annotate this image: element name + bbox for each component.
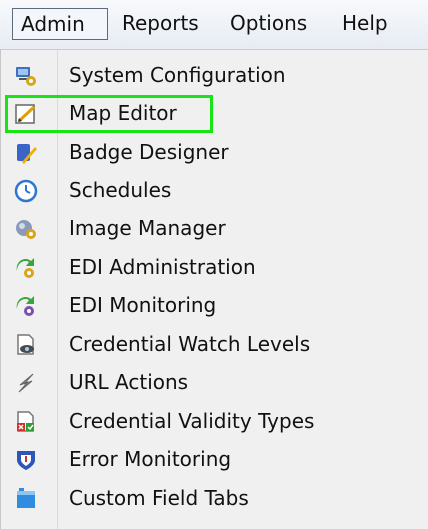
menu-item-label: Image Manager <box>69 216 226 240</box>
menu-item-credential-validity-types[interactable]: Credential Validity Types <box>5 403 425 441</box>
menu-item-label: Map Editor <box>69 101 177 125</box>
menu-item-label: Credential Validity Types <box>69 409 315 433</box>
map-editor-icon <box>15 104 36 124</box>
menu-item-label: System Configuration <box>69 63 286 87</box>
menu-item-url-actions[interactable]: URL Actions <box>5 364 425 402</box>
menu-item-badge-designer[interactable]: Badge Designer <box>5 134 425 172</box>
system-configuration-icon <box>16 67 36 86</box>
menu-bar: Admin Reports Options Help <box>0 0 428 50</box>
menu-item-label: Error Monitoring <box>69 447 232 471</box>
menu-item-label: Custom Field Tabs <box>69 486 249 510</box>
menu-item-schedules[interactable]: Schedules <box>5 172 425 210</box>
error-monitoring-icon <box>17 451 35 470</box>
schedules-clock-icon <box>14 179 38 203</box>
menu-item-label: EDI Monitoring <box>69 293 217 317</box>
menu-item-label: EDI Administration <box>69 255 256 279</box>
edi-administration-icon <box>16 258 34 278</box>
badge-designer-icon <box>17 144 37 164</box>
menu-item-edi-administration[interactable]: EDI Administration <box>5 249 425 287</box>
menu-admin[interactable]: Admin <box>12 8 108 40</box>
menu-help[interactable]: Help <box>334 8 396 40</box>
menu-item-label: Credential Watch Levels <box>69 332 311 356</box>
image-manager-icon <box>16 220 36 239</box>
menu-item-label: Schedules <box>69 178 172 202</box>
custom-field-tabs-icon <box>17 488 35 508</box>
menu-item-image-manager[interactable]: Image Manager <box>5 210 425 248</box>
credential-watch-levels-icon <box>17 334 34 355</box>
menu-item-credential-watch-levels[interactable]: Credential Watch Levels <box>5 326 425 364</box>
menu-item-system-configuration[interactable]: System Configuration <box>5 57 425 95</box>
menu-reports[interactable]: Reports <box>114 8 207 40</box>
menu-item-label: Badge Designer <box>69 140 229 164</box>
admin-dropdown-menu: System Configuration Map Editor Badge De… <box>0 50 428 529</box>
credential-validity-types-icon <box>17 411 34 432</box>
menu-item-label: URL Actions <box>69 370 189 394</box>
menu-options[interactable]: Options <box>222 8 315 40</box>
menu-item-edi-monitoring[interactable]: EDI Monitoring <box>5 287 425 325</box>
menu-item-map-editor[interactable]: Map Editor <box>5 95 425 133</box>
menu-item-custom-field-tabs[interactable]: Custom Field Tabs <box>5 480 425 518</box>
menu-item-error-monitoring[interactable]: Error Monitoring <box>5 441 425 479</box>
url-actions-icon <box>18 373 34 393</box>
edi-monitoring-icon <box>16 296 34 316</box>
